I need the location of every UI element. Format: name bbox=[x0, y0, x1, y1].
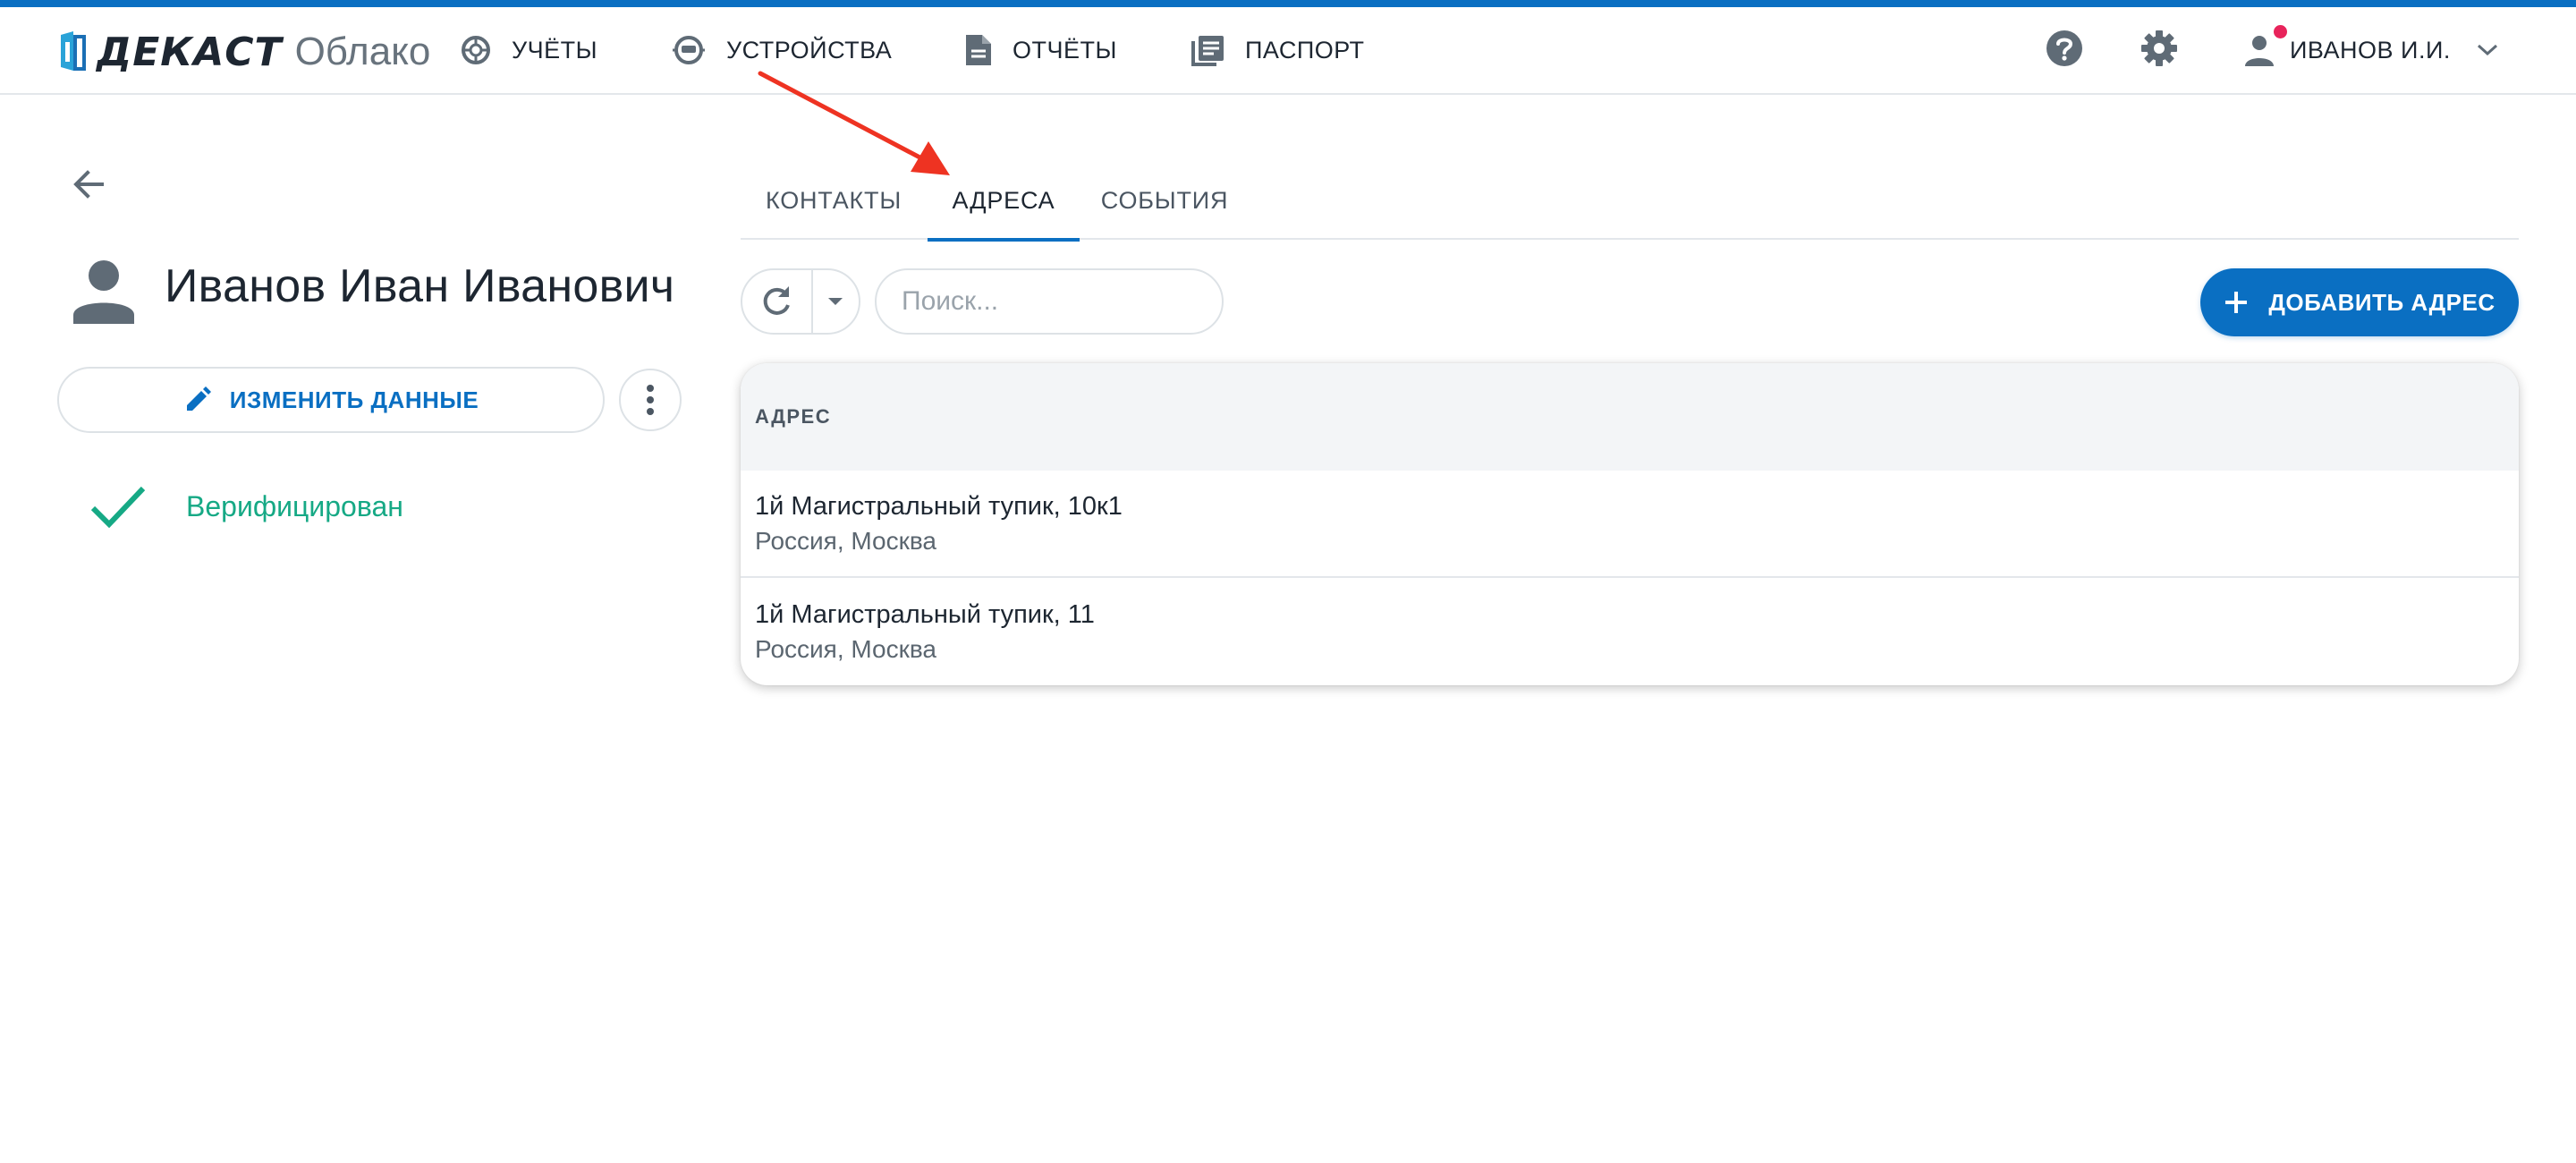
tab-addresses-label: АДРЕСА bbox=[952, 186, 1055, 214]
settings-gear-icon[interactable] bbox=[2140, 29, 2179, 68]
table-row[interactable]: 1й Магистральный тупик, 11 Россия, Москв… bbox=[741, 578, 2519, 685]
user-menu[interactable]: ИВАНОВ И.И. bbox=[2241, 7, 2499, 93]
address-city: Россия, Москва bbox=[755, 634, 936, 663]
verified-status: Верифицирован bbox=[186, 490, 403, 522]
logo[interactable]: ДЕКАСТ Облако bbox=[57, 27, 430, 77]
notification-dot bbox=[2274, 25, 2287, 38]
nav-item-reports[interactable]: ОТЧЁТЫ bbox=[964, 7, 1117, 93]
nav-label-devices: УСТРОЙСТВА bbox=[726, 36, 893, 64]
refresh-button-group bbox=[741, 268, 860, 335]
meter-icon bbox=[462, 36, 490, 64]
document-icon bbox=[966, 35, 991, 65]
add-address-label: ДОБАВИТЬ АДРЕС bbox=[2268, 288, 2496, 316]
pencil-icon bbox=[186, 386, 211, 411]
person-icon bbox=[73, 260, 134, 324]
plus-icon bbox=[2225, 292, 2248, 313]
edit-data-label: ИЗМЕНИТЬ ДАННЫЕ bbox=[229, 386, 479, 413]
chevron-down-icon bbox=[2477, 44, 2497, 56]
nav-item-accounting[interactable]: УЧЁТЫ bbox=[460, 7, 597, 93]
checkmark-icon bbox=[90, 486, 146, 529]
back-arrow-icon[interactable] bbox=[66, 161, 113, 208]
address-table: АДРЕС 1й Магистральный тупик, 10к1 Росси… bbox=[741, 363, 2519, 685]
help-icon[interactable] bbox=[2045, 29, 2084, 68]
person-name: Иванов Иван Иванович bbox=[165, 260, 675, 312]
table-header: АДРЕС bbox=[741, 363, 2519, 471]
more-vertical-icon bbox=[647, 385, 654, 415]
refresh-button[interactable] bbox=[742, 270, 811, 333]
search-input[interactable] bbox=[875, 268, 1224, 335]
device-icon bbox=[673, 36, 705, 64]
address-city: Россия, Москва bbox=[755, 526, 936, 555]
edit-data-button[interactable]: ИЗМЕНИТЬ ДАННЫЕ bbox=[57, 367, 605, 433]
annotation-arrow bbox=[758, 71, 950, 175]
nav-label-passport: ПАСПОРТ bbox=[1245, 36, 1365, 64]
brand-name: ДЕКАСТ bbox=[97, 29, 283, 75]
brand-subtitle: Облако bbox=[294, 30, 431, 73]
add-address-button[interactable]: ДОБАВИТЬ АДРЕС bbox=[2200, 268, 2519, 336]
tab-events-label: СОБЫТИЯ bbox=[1100, 186, 1229, 214]
nav-item-passport[interactable]: ПАСПОРТ bbox=[1191, 7, 1365, 93]
nav-label-accounting: УЧЁТЫ bbox=[512, 36, 598, 64]
top-accent-bar bbox=[0, 0, 2576, 7]
refresh-icon bbox=[764, 286, 791, 315]
passport-icon bbox=[1191, 36, 1224, 66]
logo-mark-icon bbox=[61, 31, 86, 71]
user-name: ИВАНОВ И.И. bbox=[2290, 36, 2451, 64]
tab-events[interactable]: СОБЫТИЯ bbox=[1080, 161, 1250, 240]
table-row[interactable]: 1й Магистральный тупик, 10к1 Россия, Мос… bbox=[741, 471, 2519, 578]
caret-down-icon bbox=[828, 298, 843, 305]
nav-label-reports: ОТЧЁТЫ bbox=[1013, 36, 1117, 64]
address-street: 1й Магистральный тупик, 10к1 bbox=[755, 491, 1123, 521]
refresh-dropdown-button[interactable] bbox=[813, 270, 859, 333]
address-street: 1й Магистральный тупик, 11 bbox=[755, 599, 1095, 629]
tab-bar: КОНТАКТЫ АДРЕСА СОБЫТИЯ bbox=[741, 161, 2519, 242]
tab-contacts-label: КОНТАКТЫ bbox=[765, 186, 902, 214]
column-header-address: АДРЕС bbox=[755, 405, 832, 428]
more-options-button[interactable] bbox=[619, 369, 682, 431]
user-avatar-icon bbox=[2245, 36, 2274, 66]
